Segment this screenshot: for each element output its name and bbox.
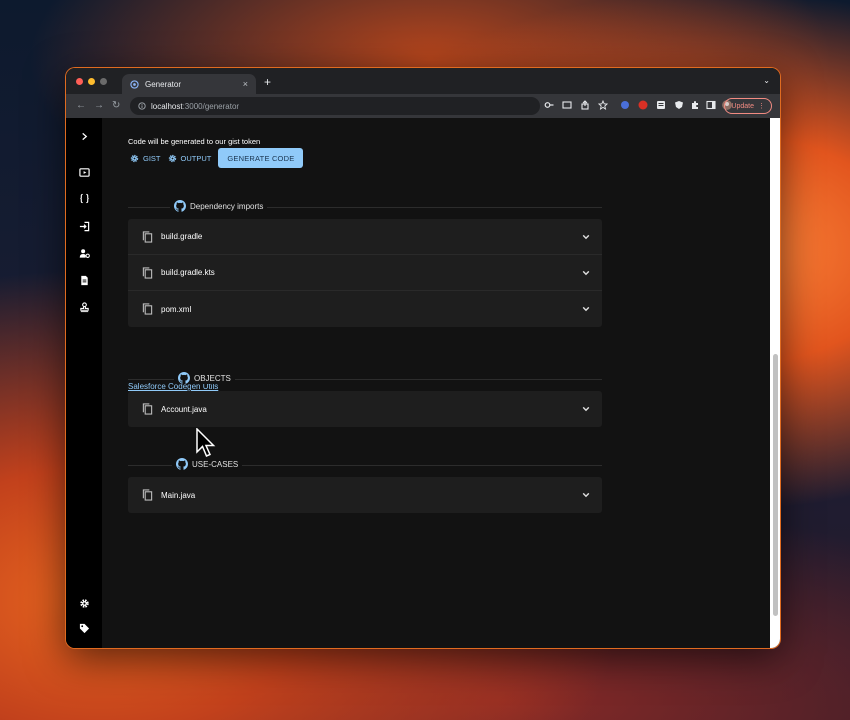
document-icon	[80, 275, 88, 285]
extension-box-icon[interactable]	[656, 100, 666, 110]
side-panel-icon[interactable]	[706, 100, 716, 110]
output-label: Output	[180, 153, 212, 163]
share-icon[interactable]	[580, 100, 590, 110]
minimize-window-button[interactable]	[88, 78, 95, 85]
section-title-label: OBJECTS	[194, 373, 231, 383]
extension-shield-icon[interactable]	[674, 100, 684, 110]
section-title-label: Dependency imports	[190, 201, 264, 211]
sidebar-item-settings[interactable]	[66, 593, 102, 613]
gear-icon	[79, 598, 89, 608]
sidebar-item-tags[interactable]	[66, 618, 102, 638]
browser-toolbar: ← → ↻ localhost:3000/generator Update ⋮	[66, 94, 780, 118]
chevron-down-icon[interactable]	[582, 305, 590, 313]
url-host: localhost	[151, 101, 183, 111]
tab-search-button[interactable]: ⌄	[763, 76, 770, 85]
bookmark-star-icon[interactable]	[598, 100, 608, 110]
accordion-item-pom-xml[interactable]: pom.xml	[128, 291, 602, 327]
update-button[interactable]: Update ⋮	[724, 98, 772, 114]
extension-red-icon[interactable]	[638, 100, 648, 110]
tab-favicon-icon	[130, 79, 139, 89]
new-tab-button[interactable]: +	[264, 75, 271, 89]
chevron-down-icon[interactable]	[582, 233, 590, 241]
extensions-puzzle-icon[interactable]	[690, 100, 700, 110]
sidebar-item-users[interactable]	[66, 243, 102, 263]
install-app-icon[interactable]	[562, 100, 572, 110]
stamp-icon	[79, 301, 89, 312]
address-bar[interactable]: localhost:3000/generator	[130, 97, 540, 115]
chevron-right-icon	[81, 132, 87, 140]
accordion-item-build-gradle[interactable]: build.gradle	[128, 219, 602, 255]
copy-icon[interactable]	[142, 489, 153, 501]
zoom-window-button[interactable]	[100, 78, 107, 85]
github-icon	[176, 458, 188, 470]
github-icon	[178, 372, 190, 384]
url-text: localhost:3000/generator	[151, 102, 239, 111]
copy-icon[interactable]	[142, 403, 153, 415]
accordion-item-main-java[interactable]: Main.java	[128, 477, 602, 513]
chevron-down-icon[interactable]	[582, 491, 590, 499]
generate-code-button[interactable]: Generate code	[218, 148, 304, 168]
sidebar-item-document[interactable]	[66, 270, 102, 290]
braces-icon	[79, 193, 89, 203]
section-title-label: USE-CASES	[192, 459, 239, 469]
copy-icon[interactable]	[142, 230, 153, 243]
copy-icon[interactable]	[142, 303, 153, 315]
chevron-down-icon[interactable]	[582, 269, 590, 277]
chevron-down-icon[interactable]	[582, 405, 590, 413]
browser-tab[interactable]: Generator ×	[122, 74, 256, 94]
github-icon	[174, 200, 186, 212]
tab-strip: Generator × + ⌄	[66, 68, 780, 94]
accordion-label: pom.xml	[161, 304, 192, 314]
close-window-button[interactable]	[76, 78, 83, 85]
tab-close-icon[interactable]: ×	[243, 79, 248, 89]
sidebar-item-stamp[interactable]	[66, 297, 102, 317]
dependency-accordion: build.gradle build.gradle.kts pom.xml	[128, 219, 602, 327]
action-bar: Gist Output Generate code	[130, 148, 304, 168]
back-button[interactable]: ←	[76, 100, 86, 111]
sidebar	[66, 118, 102, 648]
accordion-label: build.gradle.kts	[161, 268, 215, 277]
objects-accordion: Account.java	[128, 391, 602, 427]
update-label: Update	[731, 102, 754, 110]
gist-label: Gist	[143, 153, 161, 163]
extension-blue-icon[interactable]	[620, 100, 630, 110]
user-settings-icon	[79, 248, 90, 258]
copy-icon[interactable]	[142, 266, 153, 279]
accordion-label: Main.java	[161, 490, 196, 500]
sidebar-item-media[interactable]	[66, 162, 102, 182]
tab-title: Generator	[145, 79, 182, 89]
gear-icon	[168, 154, 176, 162]
forward-button[interactable]: →	[94, 100, 104, 111]
sidebar-item-code[interactable]	[66, 188, 102, 208]
gear-icon	[130, 154, 139, 162]
accordion-item-build-gradle-kts[interactable]: build.gradle.kts	[128, 255, 602, 291]
main-content: Code will be generated to our gist token…	[102, 118, 770, 648]
output-button[interactable]: Output	[168, 153, 212, 163]
site-info-icon[interactable]	[138, 102, 146, 110]
tag-icon	[79, 623, 89, 633]
accordion-label: build.gradle	[161, 232, 203, 241]
section-title-use-cases: USE-CASES	[172, 458, 243, 470]
url-path: :3000/generator	[182, 101, 240, 111]
app-area: Code will be generated to our gist token…	[66, 118, 780, 648]
expand-sidebar-button[interactable]	[66, 126, 102, 146]
browser-window: Generator × + ⌄ ← → ↻ localhost:3000/gen…	[66, 68, 780, 648]
more-menu-icon: ⋮	[758, 103, 765, 110]
key-icon[interactable]	[544, 100, 554, 110]
login-icon	[79, 221, 89, 231]
accordion-item-account-java[interactable]: Account.java	[128, 391, 602, 427]
accordion-label: Account.java	[161, 404, 207, 414]
scrollbar-thumb[interactable]	[773, 354, 778, 616]
vertical-scrollbar[interactable]	[770, 118, 780, 648]
mouse-cursor-icon	[196, 428, 216, 457]
gist-button[interactable]: Gist	[130, 154, 161, 163]
reload-button[interactable]: ↻	[112, 100, 120, 111]
section-title-dependency: Dependency imports	[170, 200, 268, 212]
sidebar-item-login[interactable]	[66, 216, 102, 236]
info-text: Code will be generated to our gist token	[128, 137, 261, 146]
section-title-objects: OBJECTS	[174, 372, 235, 384]
use-cases-accordion: Main.java	[128, 477, 602, 513]
media-icon	[78, 167, 90, 177]
